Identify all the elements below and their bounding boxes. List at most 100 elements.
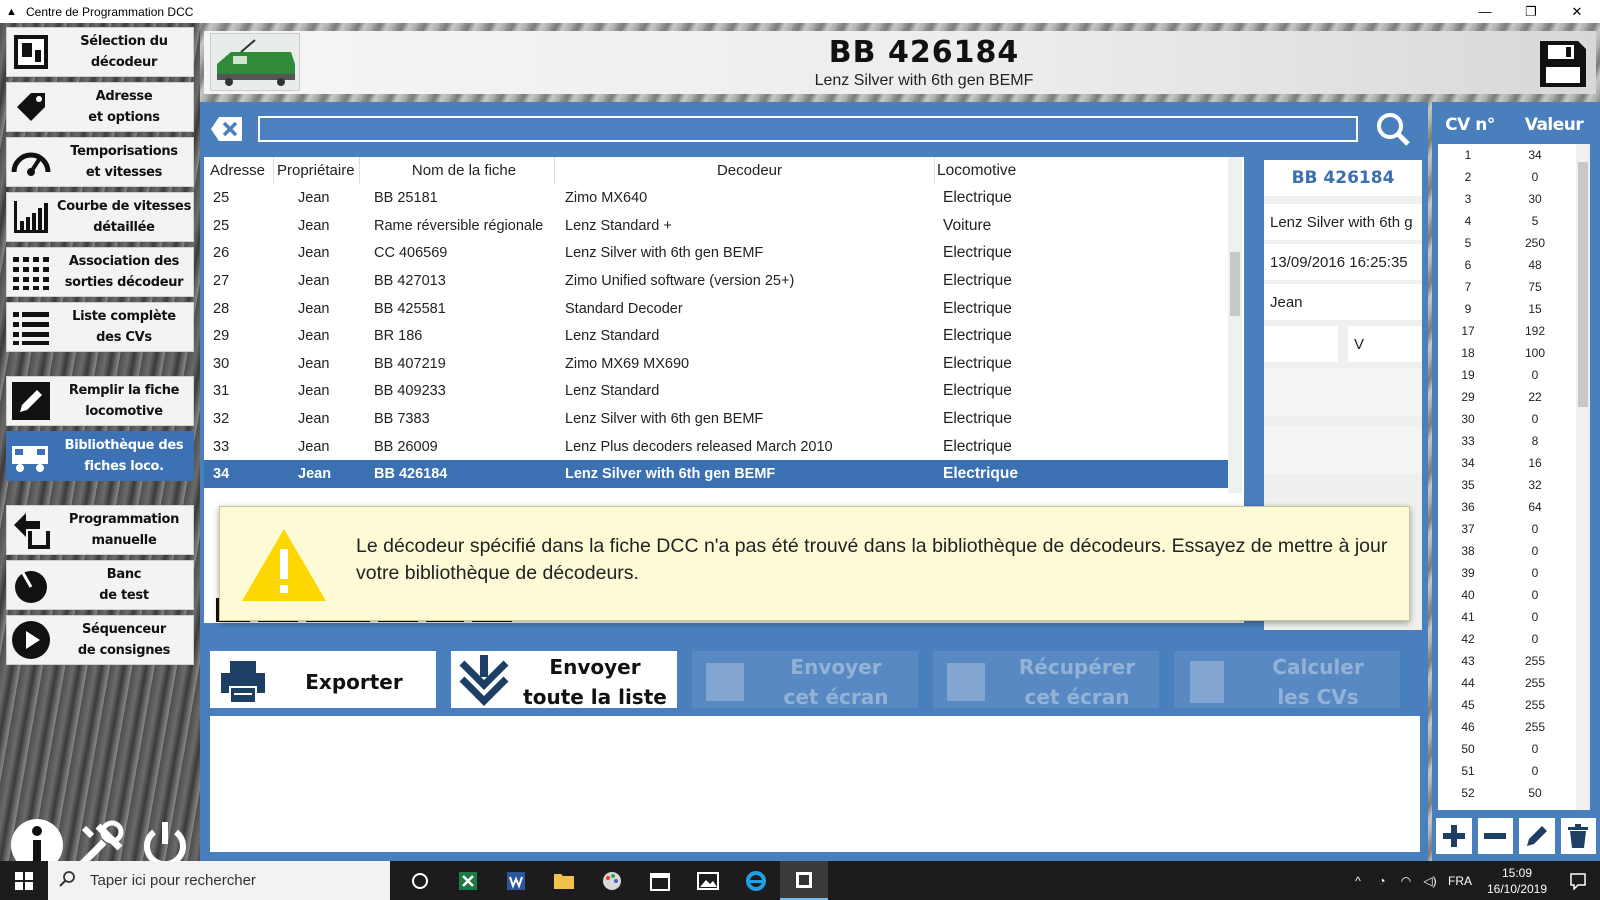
search-input[interactable] <box>258 116 1358 142</box>
taskbar-clock[interactable]: 15:09 16/10/2019 <box>1478 865 1556 897</box>
cv-row[interactable]: 7 75 <box>1438 276 1590 298</box>
export-button[interactable]: Exporter <box>210 651 436 712</box>
send-screen-button[interactable]: Envoyer cet écran <box>692 651 918 712</box>
table-scrollbar-thumb[interactable] <box>1230 252 1240 316</box>
cv-row[interactable]: 19 0 <box>1438 364 1590 386</box>
task-view-icon[interactable] <box>396 861 444 900</box>
notification-icon[interactable] <box>1556 872 1600 890</box>
cv-scrollbar-thumb[interactable] <box>1578 162 1588 407</box>
cv-row[interactable]: 17 192 <box>1438 320 1590 342</box>
volume-icon[interactable]: ◁) <box>1418 874 1442 888</box>
cell-address: 25 <box>213 218 230 234</box>
remove-cv-button[interactable] <box>1477 818 1513 854</box>
nav-address-options[interactable]: Adresse et options <box>6 82 194 132</box>
cv-row[interactable]: 29 22 <box>1438 386 1590 408</box>
photos-icon[interactable] <box>684 861 732 900</box>
taskbar-search[interactable]: Taper ici pour rechercher <box>48 861 390 900</box>
nav-test-bench[interactable]: Banc de test <box>6 560 194 610</box>
cv-row[interactable]: 46 255 <box>1438 716 1590 738</box>
cv-row[interactable]: 34 16 <box>1438 452 1590 474</box>
nav-speed-curve[interactable]: Courbe de vitesses détaillée <box>6 192 194 242</box>
cv-row[interactable]: 39 0 <box>1438 562 1590 584</box>
nav-cv-list[interactable]: Liste complète des CVs <box>6 302 194 352</box>
cv-row[interactable]: 30 0 <box>1438 408 1590 430</box>
send-all-button[interactable]: Envoyer toute la liste <box>451 651 677 712</box>
cv-row[interactable]: 45 <box>1438 210 1590 232</box>
add-cv-button[interactable] <box>1436 818 1472 854</box>
file-explorer-icon[interactable] <box>540 861 588 900</box>
cv-row[interactable]: 37 0 <box>1438 518 1590 540</box>
table-row[interactable]: 30 Jean BB 407219 Zimo MX69 MX690 Electr… <box>204 350 1229 378</box>
cv-row[interactable]: 40 0 <box>1438 584 1590 606</box>
table-row[interactable]: 28 Jean BB 425581 Standard Decoder Elect… <box>204 295 1229 323</box>
internet-explorer-icon[interactable] <box>732 861 780 900</box>
nav-fill-loco-sheet[interactable]: Remplir la fiche locomotive <box>6 376 194 426</box>
cv-row[interactable]: 3 30 <box>1438 188 1590 210</box>
cv-row[interactable]: 5250 <box>1438 232 1590 254</box>
cv-row[interactable]: 6 48 <box>1438 254 1590 276</box>
cv-row[interactable]: 36 64 <box>1438 496 1590 518</box>
cv-row[interactable]: 51 0 <box>1438 760 1590 782</box>
table-row[interactable]: 31 Jean BB 409233 Lenz Standard Electriq… <box>204 377 1229 405</box>
cv-row[interactable]: 50 0 <box>1438 738 1590 760</box>
cv-row[interactable]: 45 255 <box>1438 694 1590 716</box>
wifi-icon[interactable]: ◠ <box>1394 874 1418 888</box>
cv-row[interactable]: 42 0 <box>1438 628 1590 650</box>
cv-row[interactable]: 33 8 <box>1438 430 1590 452</box>
clear-search-icon[interactable] <box>210 114 244 144</box>
col-header-address[interactable]: Adresse <box>204 157 274 184</box>
detail-name: BB 426184 <box>1264 160 1422 196</box>
edit-cv-button[interactable] <box>1519 818 1555 854</box>
nav-manual-programming[interactable]: Programmation manuelle <box>6 505 194 555</box>
table-row-selected[interactable]: 34 Jean BB 426184 Lenz Silver with 6th g… <box>204 460 1229 488</box>
cv-row[interactable]: 41 0 <box>1438 606 1590 628</box>
nav-output-mapping[interactable]: Association des sorties décodeur <box>6 247 194 297</box>
nav-decoder-selection[interactable]: Sélection du décodeur <box>6 27 194 77</box>
cv-row[interactable]: 35 32 <box>1438 474 1590 496</box>
table-row[interactable]: 33 Jean BB 26009 Lenz Plus decoders rele… <box>204 433 1229 461</box>
table-scrollbar[interactable] <box>1228 157 1242 493</box>
cv-scrollbar[interactable] <box>1576 144 1590 810</box>
maximize-icon[interactable]: ❐ <box>1508 0 1554 23</box>
table-row[interactable]: 29 Jean BR 186 Lenz Standard Electrique <box>204 322 1229 350</box>
cv-row[interactable]: 5250 <box>1438 782 1590 804</box>
calendar-icon[interactable] <box>636 861 684 900</box>
excel-icon[interactable] <box>444 861 492 900</box>
col-header-decoder[interactable]: Decodeur <box>555 157 935 184</box>
delete-cv-button[interactable] <box>1560 818 1596 854</box>
cv-row[interactable]: 1 34 <box>1438 144 1590 166</box>
table-row[interactable]: 27 Jean BB 427013 Zimo Unified software … <box>204 267 1229 295</box>
log-output[interactable] <box>210 716 1420 852</box>
cv-row[interactable]: 44 255 <box>1438 672 1590 694</box>
table-row[interactable]: 26 Jean CC 406569 Lenz Silver with 6th g… <box>204 239 1229 267</box>
retrieve-screen-button[interactable]: Récupérer cet écran <box>933 651 1159 712</box>
col-header-name[interactable]: Nom de la fiche <box>360 157 555 184</box>
paint-icon[interactable] <box>588 861 636 900</box>
col-header-owner[interactable]: Propriétaire <box>274 157 360 184</box>
language-indicator[interactable]: FRA <box>1442 874 1478 888</box>
minimize-icon[interactable]: — <box>1462 0 1508 23</box>
cv-header-number: CV n° <box>1445 115 1495 135</box>
table-row[interactable]: 32 Jean BB 7383 Lenz Silver with 6th gen… <box>204 405 1229 433</box>
nav-loco-library[interactable]: Bibliothèque des fiches loco. <box>6 431 194 481</box>
nav-sequencer[interactable]: Séquenceur de consignes <box>6 615 194 665</box>
table-row[interactable]: 25 Jean Rame réversible régionale Lenz S… <box>204 212 1229 240</box>
word-icon[interactable] <box>492 861 540 900</box>
cv-row[interactable]: 18 100 <box>1438 342 1590 364</box>
close-icon[interactable]: ✕ <box>1554 0 1600 23</box>
cv-row[interactable]: 9 15 <box>1438 298 1590 320</box>
decoder-not-found-alert[interactable]: Le décodeur spécifié dans la fiche DCC n… <box>219 506 1410 621</box>
network-icon[interactable]: ◔ <box>1370 874 1394 888</box>
table-row[interactable]: 25 Jean BB 25181 Zimo MX640 Electrique <box>204 184 1229 212</box>
cv-row[interactable]: 43 255 <box>1438 650 1590 672</box>
compute-cvs-button[interactable]: Calculer les CVs <box>1174 651 1400 712</box>
search-icon[interactable] <box>1376 112 1410 146</box>
save-icon[interactable] <box>1538 39 1588 89</box>
chevron-up-icon[interactable]: ^ <box>1346 874 1370 888</box>
cv-row[interactable]: 38 0 <box>1438 540 1590 562</box>
nav-timing-speeds[interactable]: Temporisations et vitesses <box>6 137 194 187</box>
dcc-app-icon[interactable] <box>780 861 828 900</box>
col-header-locomotive[interactable]: Locomotive <box>935 157 1229 184</box>
windows-start-icon[interactable] <box>0 861 48 900</box>
cv-row[interactable]: 20 <box>1438 166 1590 188</box>
